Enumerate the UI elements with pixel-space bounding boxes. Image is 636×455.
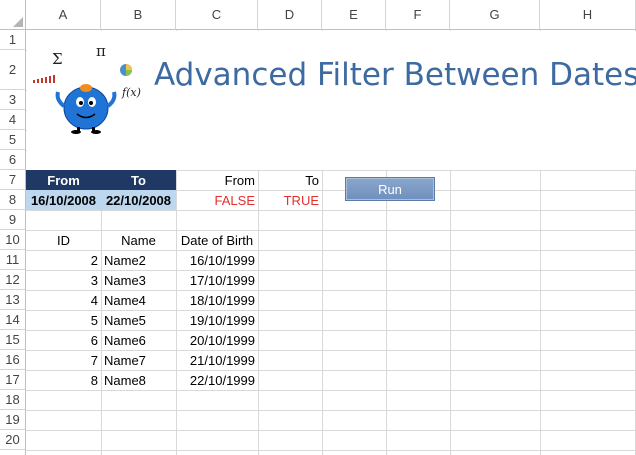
cell-id[interactable]: 6 <box>26 330 101 350</box>
from-label[interactable]: From <box>176 170 258 190</box>
row-header-13[interactable]: 13 <box>0 290 26 310</box>
column-header-f[interactable]: F <box>386 0 450 30</box>
cell-name[interactable]: Name3 <box>101 270 176 290</box>
criteria-from-date[interactable]: 16/10/2008 <box>26 190 101 210</box>
row-header-6[interactable]: 6 <box>0 150 26 170</box>
column-header-g[interactable]: G <box>450 0 540 30</box>
table-header-dob[interactable]: Date of Birth <box>176 230 258 250</box>
column-header-a[interactable]: A <box>26 0 101 30</box>
select-all-corner[interactable] <box>0 0 26 30</box>
row-header-10[interactable]: 10 <box>0 230 26 250</box>
row-header-5[interactable]: 5 <box>0 130 26 150</box>
row-header-12[interactable]: 12 <box>0 270 26 290</box>
row-header-14[interactable]: 14 <box>0 310 26 330</box>
row-header-1[interactable]: 1 <box>0 30 26 50</box>
logo: Σ π f(x) <box>30 42 145 134</box>
to-result[interactable]: TRUE <box>258 190 322 210</box>
gridline <box>26 210 636 211</box>
row-header-16[interactable]: 16 <box>0 350 26 370</box>
cell-dob[interactable]: 21/10/1999 <box>176 350 258 370</box>
page-title: Advanced Filter Between Dates <box>154 57 636 93</box>
column-header-c[interactable]: C <box>176 0 258 30</box>
row-header-17[interactable]: 17 <box>0 370 26 390</box>
cell-name[interactable]: Name2 <box>101 250 176 270</box>
criteria-to-header[interactable]: To <box>101 170 176 190</box>
run-button[interactable]: Run <box>345 177 435 201</box>
row-header-15[interactable]: 15 <box>0 330 26 350</box>
cell-name[interactable]: Name7 <box>101 350 176 370</box>
row-header-partial <box>0 450 26 455</box>
cell-id[interactable]: 7 <box>26 350 101 370</box>
to-label[interactable]: To <box>258 170 322 190</box>
spreadsheet-grid: A B C D E F G H 1 2 3 4 5 6 7 8 9 10 11 … <box>0 0 636 455</box>
cell-name[interactable]: Name6 <box>101 330 176 350</box>
cell-dob[interactable]: 19/10/1999 <box>176 310 258 330</box>
cell-dob[interactable]: 20/10/1999 <box>176 330 258 350</box>
gridline <box>26 430 636 431</box>
row-header-4[interactable]: 4 <box>0 110 26 130</box>
cell-id[interactable]: 3 <box>26 270 101 290</box>
cell-name[interactable]: Name8 <box>101 370 176 390</box>
cell-dob[interactable]: 17/10/1999 <box>176 270 258 290</box>
column-header-h[interactable]: H <box>540 0 636 30</box>
row-header-7[interactable]: 7 <box>0 170 26 190</box>
cell-dob[interactable]: 18/10/1999 <box>176 290 258 310</box>
cell-id[interactable]: 8 <box>26 370 101 390</box>
cell-dob[interactable]: 16/10/1999 <box>176 250 258 270</box>
gridline <box>26 450 636 451</box>
cell-id[interactable]: 5 <box>26 310 101 330</box>
row-header-8[interactable]: 8 <box>0 190 26 210</box>
cell-dob[interactable]: 22/10/1999 <box>176 370 258 390</box>
mascot-icon <box>33 64 132 134</box>
table-header-id[interactable]: ID <box>26 230 101 250</box>
column-header-b[interactable]: B <box>101 0 176 30</box>
cell-name[interactable]: Name5 <box>101 310 176 330</box>
cell-name[interactable]: Name4 <box>101 290 176 310</box>
row-header-9[interactable]: 9 <box>0 210 26 230</box>
column-header-e[interactable]: E <box>322 0 386 30</box>
criteria-from-header[interactable]: From <box>26 170 101 190</box>
criteria-to-date[interactable]: 22/10/2008 <box>101 190 176 210</box>
column-header-d[interactable]: D <box>258 0 322 30</box>
row-header-18[interactable]: 18 <box>0 390 26 410</box>
gridline <box>26 410 636 411</box>
row-header-2[interactable]: 2 <box>0 50 26 90</box>
cell-id[interactable]: 2 <box>26 250 101 270</box>
row-header-20[interactable]: 20 <box>0 430 26 450</box>
gridline <box>26 390 636 391</box>
from-result[interactable]: FALSE <box>176 190 258 210</box>
cell-id[interactable]: 4 <box>26 290 101 310</box>
row-header-11[interactable]: 11 <box>0 250 26 270</box>
run-button-label: Run <box>378 181 402 197</box>
table-header-name[interactable]: Name <box>101 230 176 250</box>
row-header-19[interactable]: 19 <box>0 410 26 430</box>
row-header-3[interactable]: 3 <box>0 90 26 110</box>
